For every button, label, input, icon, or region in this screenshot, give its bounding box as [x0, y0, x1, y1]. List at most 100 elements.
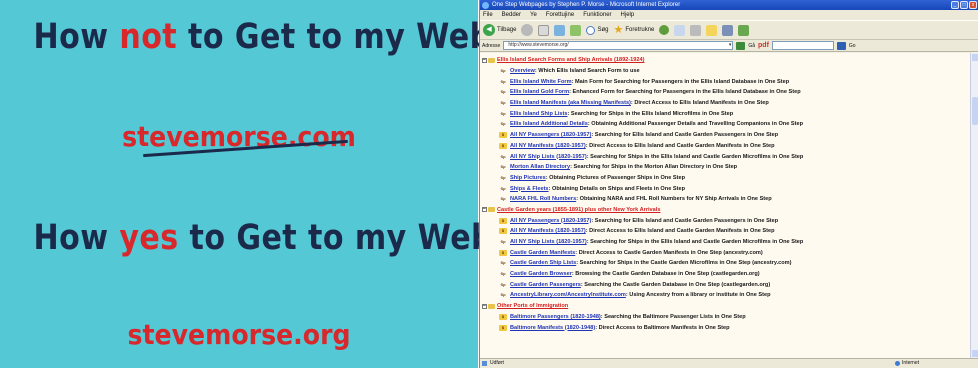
collapse-toggle-icon[interactable]: − [482, 303, 487, 309]
maximize-button[interactable]: □ [960, 1, 968, 9]
favorites-star-icon: ★ [613, 23, 624, 36]
menu-help[interactable]: Hjelp [621, 10, 635, 20]
section-title-link[interactable]: Ellis Island Search Forms and Ship Arriv… [497, 57, 644, 63]
item-link[interactable]: All NY Manifests (1820-1957) [510, 143, 586, 149]
item-link[interactable]: Overview [510, 68, 535, 74]
dollar-badge-icon: $ [499, 324, 507, 331]
internet-globe-icon [895, 361, 901, 366]
pdf-toolbar-label[interactable]: pdf [758, 42, 769, 49]
list-item: Sp Ellis Island Gold Form: Enhanced Form … [482, 87, 971, 98]
item-link[interactable]: Morton Allan Directory [510, 164, 570, 170]
item-description: : Obtaining Details on Ships and Fleets … [548, 185, 685, 192]
go-arrow-icon[interactable] [736, 41, 746, 50]
mail-icon[interactable] [674, 24, 686, 36]
section-header: − Other Ports of Immigration [482, 301, 971, 312]
item-link[interactable]: Baltimore Passengers (1820-1948) [510, 314, 601, 320]
folder-icon [488, 303, 495, 309]
favorites-button[interactable]: ★ Foretrukne [613, 23, 655, 36]
one-step-badge-icon: Sp [500, 174, 506, 180]
page-done-icon [482, 361, 487, 366]
item-link[interactable]: Castle Garden Manifests [510, 250, 575, 256]
menu-tools[interactable]: Funktioner [583, 10, 611, 20]
menu-bar: File Bedder Ye Forettujine Funktioner Hj… [480, 10, 978, 20]
one-step-badge-icon: Sp [500, 292, 506, 298]
presentation-slide: How not to Get to my Website stevemorse.… [0, 0, 557, 368]
list-item: $ All NY Passengers (1820-1957): Searchin… [482, 215, 971, 226]
item-link[interactable]: All NY Manifests (1820-1957) [510, 228, 586, 234]
list-item: Sp Ships & Fleets: Obtaining Details on S… [482, 183, 971, 194]
item-link[interactable]: Castle Garden Passengers [510, 282, 581, 288]
right-go-label[interactable]: Go [849, 43, 856, 49]
minimize-button[interactable]: _ [951, 1, 959, 9]
window-title: One Step Webpages by Stephen P. Morse - … [492, 2, 681, 8]
item-link[interactable]: All NY Passengers (1820-1957) [510, 132, 591, 138]
favorites-label: Foretrukne [625, 27, 655, 33]
one-step-badge-icon: Sp [500, 281, 506, 287]
address-url: http://www.stevemorse.org/ [508, 42, 569, 48]
list-item: Sp Morton Allan Directory: Searching for … [482, 162, 971, 173]
toolbar: ◀ Tilbage Søg ★ Foretrukne [480, 20, 978, 40]
search-button[interactable]: Søg [586, 25, 608, 35]
list-item: Sp All NY Ship Lists (1820-1957): Searchi… [482, 151, 971, 162]
item-description: : Browsing the Castle Garden Database in… [571, 271, 760, 278]
menu-file[interactable]: File [483, 10, 493, 20]
item-link[interactable]: All NY Passengers (1820-1957) [510, 218, 591, 224]
menu-edit[interactable]: Bedder [502, 10, 521, 20]
list-item: $ All NY Passengers (1820-1957): Searchin… [482, 130, 971, 141]
item-description: : Searching for Ellis Island and Castle … [591, 217, 779, 224]
item-link[interactable]: All NY Ship Lists (1820-1957) [510, 239, 587, 245]
correct-site-name: stevemorse.org [127, 318, 351, 351]
toolbar-search-input[interactable] [771, 41, 834, 50]
collapse-toggle-icon[interactable]: − [482, 57, 487, 63]
item-link[interactable]: Baltimore Manifests (1820-1948) [510, 325, 595, 331]
menu-favorites[interactable]: Forettujine [546, 10, 574, 20]
stop-icon[interactable] [538, 24, 550, 36]
history-icon[interactable] [659, 25, 670, 35]
scroll-thumb[interactable] [972, 97, 978, 125]
item-link[interactable]: NARA FHL Roll Numbers [510, 196, 576, 202]
item-link[interactable]: AncestryLibrary.com/AncestryInstitute.co… [510, 292, 626, 298]
dollar-badge-icon: $ [499, 313, 507, 320]
collapse-toggle-icon[interactable]: − [482, 207, 487, 213]
home-icon[interactable] [570, 24, 582, 36]
search-go-icon[interactable] [836, 41, 846, 50]
list-item: Sp NARA FHL Roll Numbers: Obtaining NARA … [482, 194, 971, 205]
forward-button[interactable] [521, 24, 534, 36]
back-button[interactable]: ◀ Tilbage [483, 24, 516, 36]
one-step-badge-icon: Sp [500, 271, 506, 277]
section-header: − Ellis Island Search Forms and Ship Arri… [482, 55, 971, 66]
status-bar: Udført Internet [480, 358, 978, 368]
scroll-up-arrow[interactable] [972, 54, 978, 61]
item-link[interactable]: Ellis Island Gold Form [510, 89, 569, 95]
extra-icon[interactable] [738, 24, 750, 36]
address-input[interactable]: http://www.stevemorse.org/ ▾ [503, 41, 734, 50]
messenger-icon[interactable] [722, 24, 734, 36]
folder-icon [488, 207, 495, 213]
item-link[interactable]: Ellis Island Ship Lists [510, 111, 568, 117]
refresh-icon[interactable] [554, 24, 566, 36]
one-step-badge-icon: Sp [500, 110, 506, 116]
menu-view[interactable]: Ye [530, 10, 537, 20]
item-link[interactable]: Ship Pictures [510, 175, 546, 181]
item-link[interactable]: Castle Garden Browser [510, 271, 572, 277]
item-link[interactable]: Castle Garden Ship Lists [510, 260, 576, 266]
list-item: Sp Ellis Island Manifests (aka Missing Ma… [482, 98, 971, 109]
go-label[interactable]: Gå [748, 43, 755, 49]
list-item: Sp Overview: Which Ellis Island Search Fo… [482, 66, 971, 77]
item-link[interactable]: Ships & Fleets [510, 186, 549, 192]
address-dropdown-icon[interactable]: ▾ [729, 42, 732, 49]
section-title-link[interactable]: Other Ports of Immigration [497, 303, 568, 309]
status-text: Udført [490, 360, 504, 366]
item-link[interactable]: All NY Ship Lists (1820-1957) [510, 154, 587, 160]
item-link[interactable]: Ellis Island White Form [510, 79, 572, 85]
vertical-scrollbar[interactable] [970, 53, 978, 358]
folder-icon[interactable] [706, 24, 718, 36]
item-link[interactable]: Ellis Island Manifests (aka Missing Mani… [510, 100, 631, 106]
section-title-link[interactable]: Castle Garden years (1855-1891) plus oth… [497, 207, 660, 213]
print-icon[interactable] [690, 24, 702, 36]
close-button[interactable]: x [969, 1, 977, 9]
one-step-badge-icon: Sp [500, 239, 506, 245]
item-link[interactable]: Ellis Island Additional Details [510, 121, 588, 127]
item-description: : Searching for Ships in the Ellis Islan… [586, 153, 804, 160]
scroll-down-arrow[interactable] [972, 350, 978, 357]
